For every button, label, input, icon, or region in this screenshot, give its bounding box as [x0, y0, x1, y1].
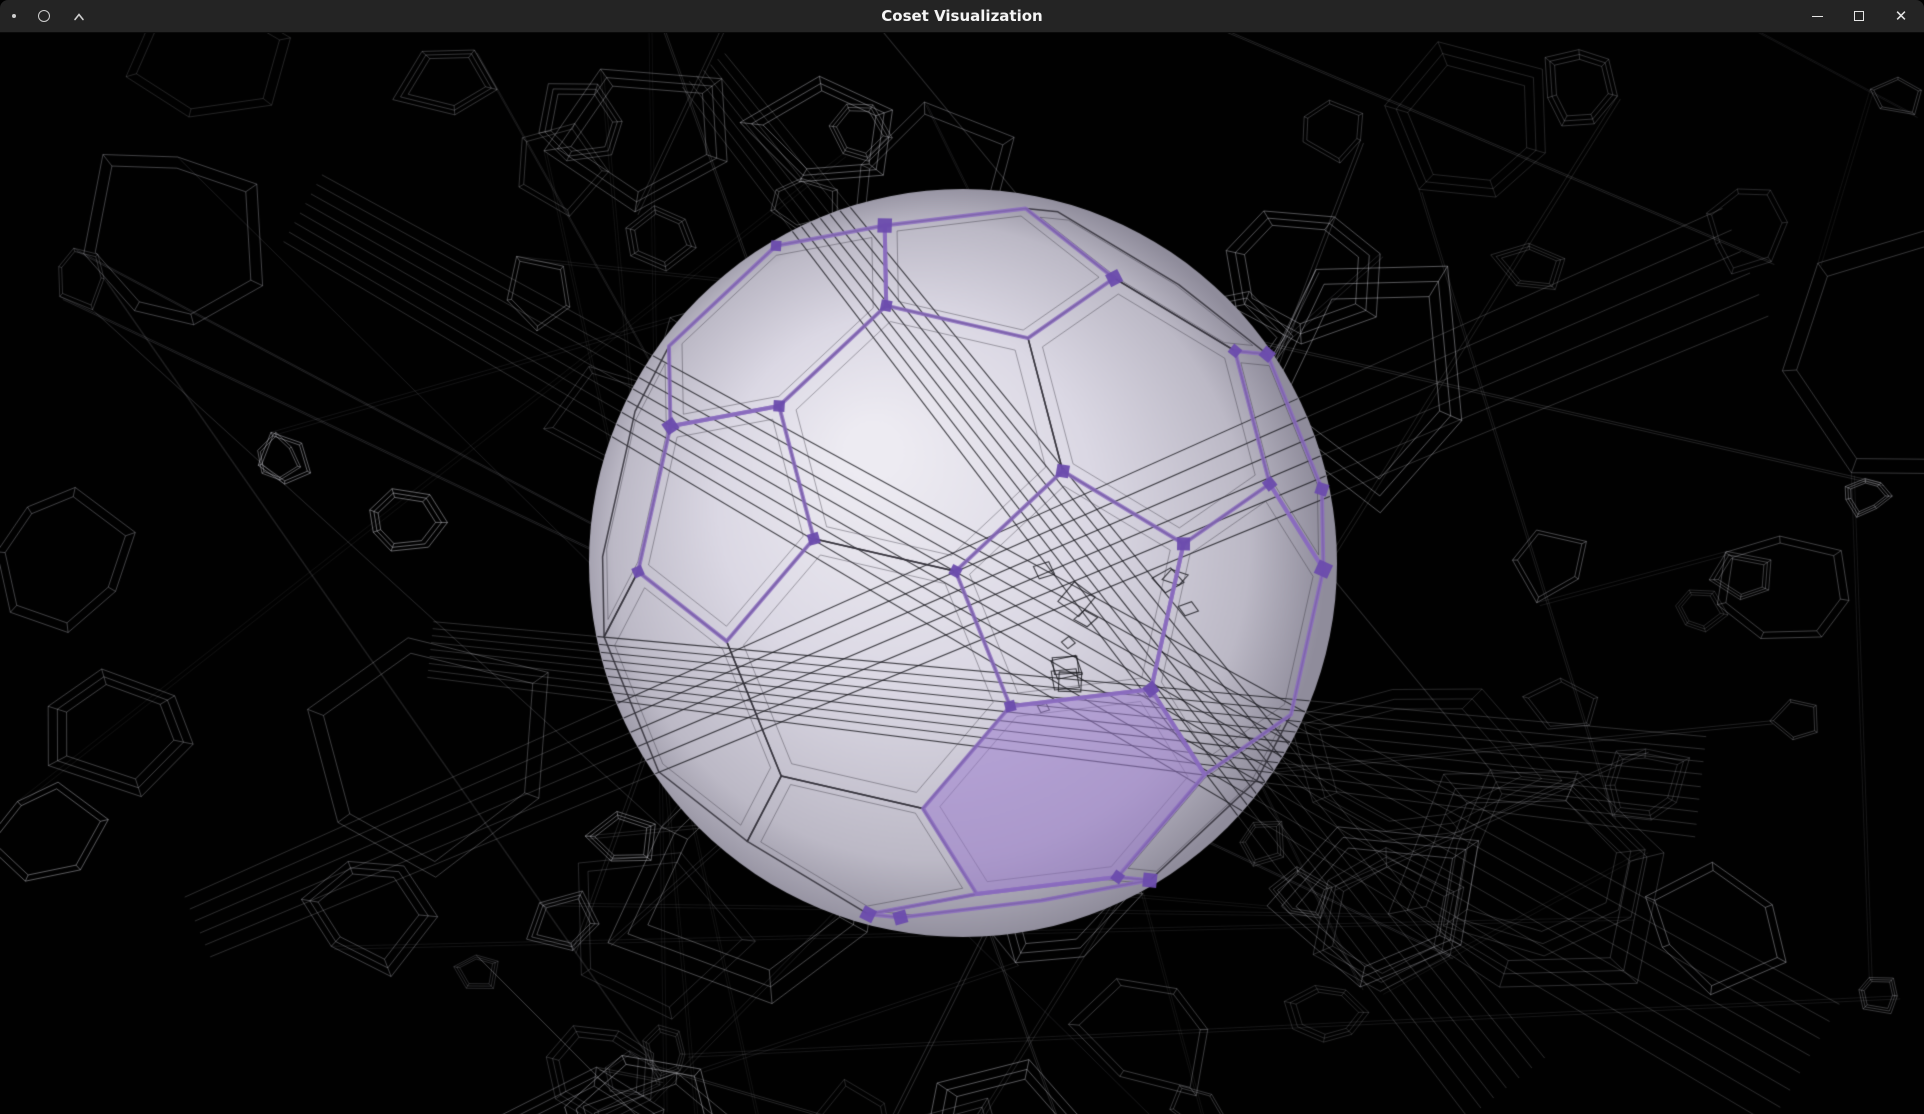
maximize-icon [1854, 11, 1864, 21]
minimize-button[interactable] [1808, 7, 1826, 25]
app-window: Coset Visualization ✕ [0, 0, 1924, 1114]
window-title: Coset Visualization [881, 7, 1042, 25]
chevron-up-icon[interactable] [72, 9, 86, 23]
close-icon: ✕ [1895, 9, 1908, 24]
maximize-button[interactable] [1850, 7, 1868, 25]
titlebar[interactable]: Coset Visualization ✕ [0, 0, 1924, 33]
menu-dot-icon[interactable] [12, 14, 16, 18]
minimize-icon [1812, 16, 1823, 17]
close-button[interactable]: ✕ [1892, 7, 1910, 25]
visualization-canvas[interactable] [0, 33, 1924, 1114]
window-controls: ✕ [1808, 0, 1910, 32]
titlebar-left-icons [12, 0, 86, 32]
record-circle-icon[interactable] [38, 10, 50, 22]
viewport [0, 33, 1924, 1114]
